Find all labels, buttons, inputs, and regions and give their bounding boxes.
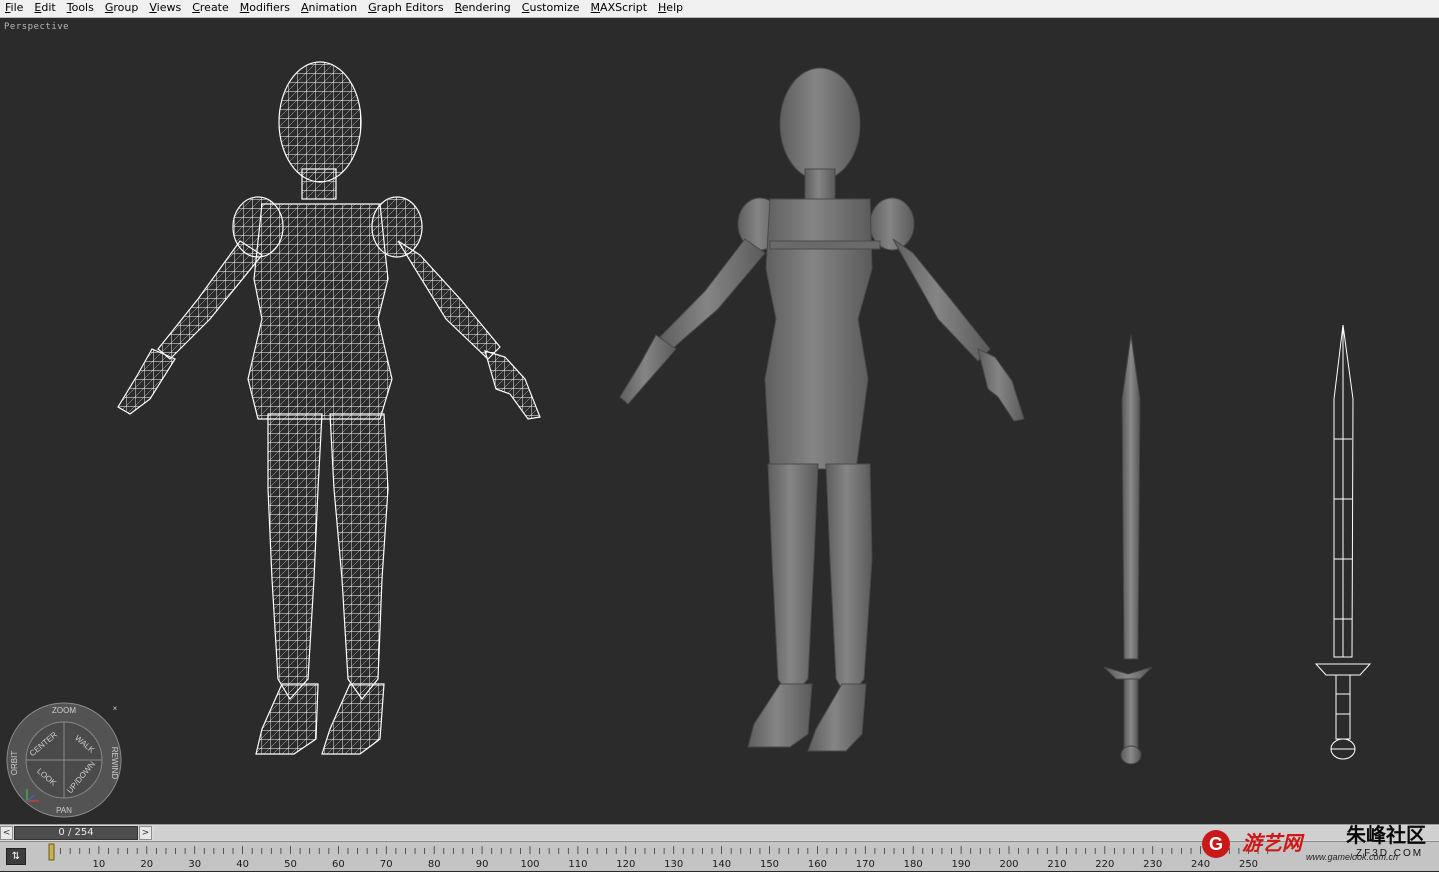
zf-text: ZF3D.COM	[1356, 848, 1423, 859]
next-frame-button[interactable]: >	[139, 826, 152, 840]
frame-tick-label: 90	[476, 859, 489, 870]
menu-file[interactable]: File	[0, 0, 29, 18]
zoom-label[interactable]: ZOOM	[52, 706, 76, 715]
community-text: 朱峰社区	[1346, 823, 1426, 847]
menu-graph-editors[interactable]: Graph Editors	[363, 0, 450, 18]
frame-tick-label: 200	[999, 859, 1018, 870]
frame-tick-label: 110	[568, 859, 587, 870]
frame-tick-label: 70	[380, 859, 393, 870]
svg-text:G: G	[1209, 834, 1223, 854]
close-icon[interactable]: ×	[113, 704, 118, 713]
menu-animation[interactable]: Animation	[296, 0, 363, 18]
menu-edit[interactable]: Edit	[29, 0, 61, 18]
frame-tick-label: 230	[1143, 859, 1162, 870]
steering-wheel[interactable]: ZOOM PAN ORBIT REWIND CENTER WALK LOOK U…	[5, 701, 124, 819]
orbit-label[interactable]: ORBIT	[10, 751, 19, 776]
frame-tick-label: 140	[712, 859, 731, 870]
perspective-viewport[interactable]: Perspective ZOOM PAN ORBIT REWIND CENTER…	[0, 19, 1439, 824]
menu-create[interactable]: Create	[187, 0, 235, 18]
frame-tick-label: 160	[808, 859, 827, 870]
time-slider[interactable]: 0 / 254	[14, 826, 138, 840]
watermark-logo: G 游艺网 www.gamelook.com.cn 朱峰社区 ZF3D.COM	[1202, 823, 1426, 862]
current-frame-marker[interactable]	[48, 843, 55, 861]
frame-tick-label: 210	[1047, 859, 1066, 870]
frame-tick-label: 80	[428, 859, 441, 870]
menu-rendering[interactable]: Rendering	[450, 0, 517, 18]
scene-canvas	[117, 61, 1372, 765]
frame-tick-label: 60	[332, 859, 345, 870]
brand-text: 游艺网	[1242, 831, 1305, 855]
prev-frame-button[interactable]: <	[0, 826, 13, 840]
frame-tick-label: 190	[952, 859, 971, 870]
menu-bar: File Edit Tools Group Views Create Modifiers An…	[0, 0, 1439, 18]
menu-customize[interactable]: Customize	[517, 0, 586, 18]
frame-tick-label: 40	[236, 859, 249, 870]
menu-maxscript[interactable]: MAXScript	[586, 0, 653, 18]
frame-tick-label: 120	[616, 859, 635, 870]
frame-tick-label: 170	[856, 859, 875, 870]
shaded-character[interactable]	[619, 67, 1025, 752]
frame-tick-label: 20	[140, 859, 153, 870]
menu-help[interactable]: Help	[653, 0, 689, 18]
menu-modifiers[interactable]: Modifiers	[235, 0, 296, 18]
wireframe-sword[interactable]	[1314, 324, 1372, 760]
frame-tick-label: 30	[188, 859, 201, 870]
menu-group[interactable]: Group	[100, 0, 145, 18]
frame-tick-label: 100	[520, 859, 539, 870]
frame-tick-label: 130	[664, 859, 683, 870]
frame-tick-label: 10	[93, 859, 106, 870]
menu-views[interactable]: Views	[144, 0, 187, 18]
frame-tick-label: 180	[904, 859, 923, 870]
shaded-sword[interactable]	[1103, 334, 1153, 765]
menu-tools[interactable]: Tools	[62, 0, 100, 18]
frame-tick-label: 150	[760, 859, 779, 870]
frame-tick-label: 220	[1095, 859, 1114, 870]
pan-label[interactable]: PAN	[56, 806, 72, 815]
rewind-label[interactable]: REWIND	[110, 747, 119, 780]
frame-tick-label: 50	[284, 859, 297, 870]
wireframe-character[interactable]	[117, 61, 541, 755]
